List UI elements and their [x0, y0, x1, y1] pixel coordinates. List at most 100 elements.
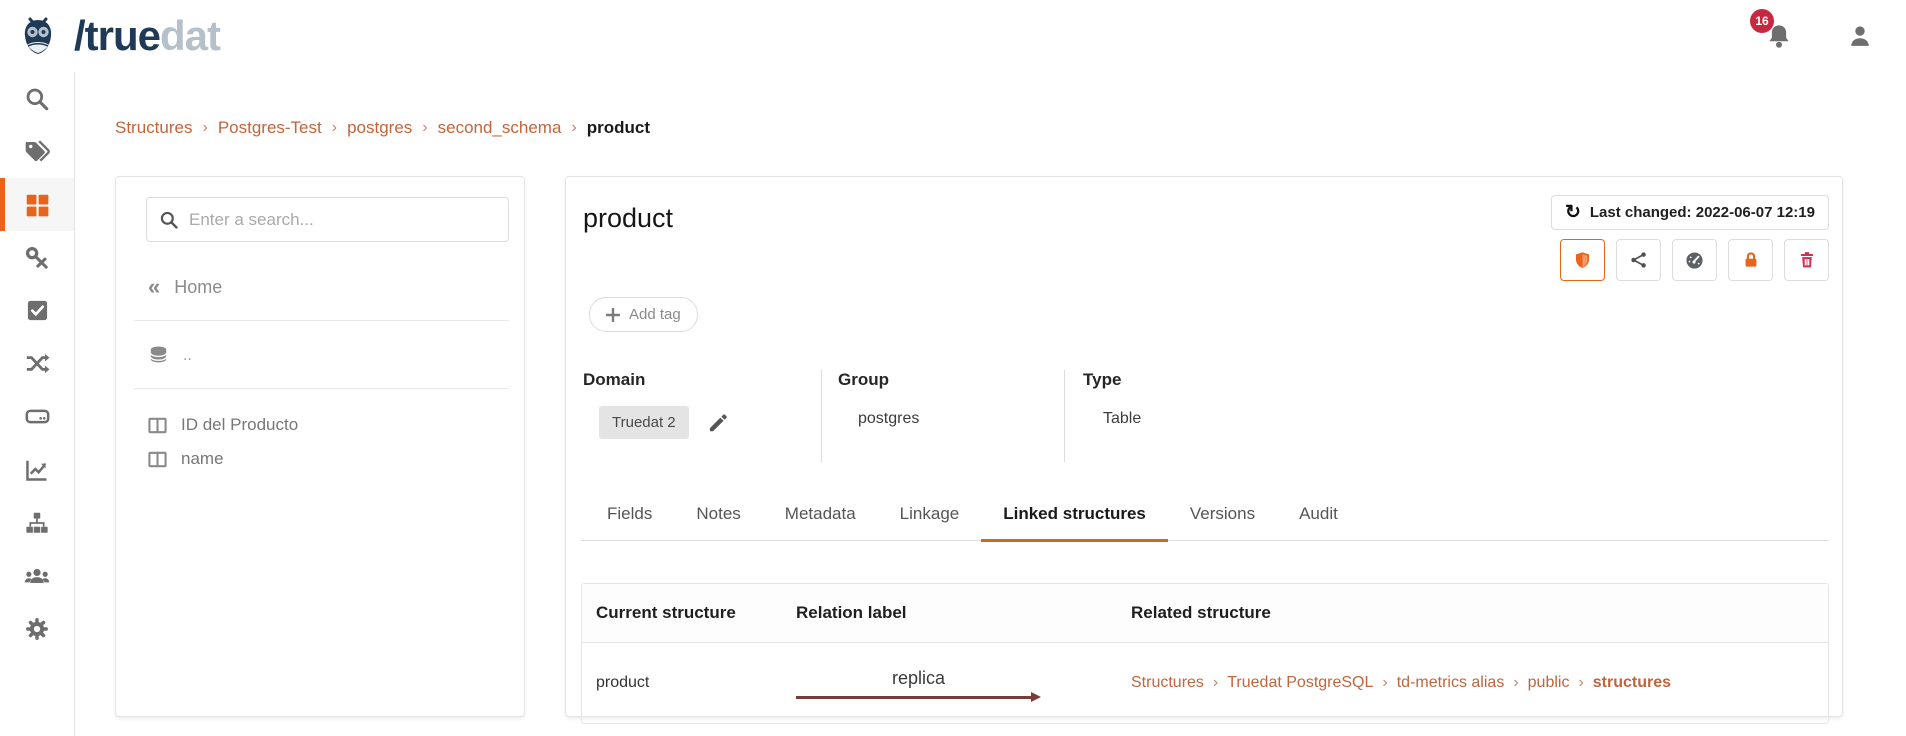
page-title: product [583, 203, 673, 234]
divider [134, 388, 509, 389]
linked-structures-table: Current structure Relation label Related… [581, 583, 1829, 724]
sidebar-charts-icon[interactable] [0, 443, 74, 496]
breadcrumb-link[interactable]: Postgres-Test [218, 118, 322, 138]
breadcrumb: Structures › Postgres-Test › postgres › … [75, 72, 1906, 138]
breadcrumb-separator: › [332, 119, 337, 137]
search-icon [159, 210, 179, 230]
breadcrumb-separator: › [422, 119, 427, 137]
tab-versions[interactable]: Versions [1168, 504, 1277, 542]
last-changed-label: Last changed: 2022-06-07 12:19 [1590, 204, 1815, 221]
sidebar-search-icon[interactable] [0, 72, 74, 125]
sidebar-settings-icon[interactable] [0, 602, 74, 655]
type-label: Type [1083, 370, 1829, 390]
relation-cell: replica [796, 664, 1041, 703]
last-changed-button[interactable]: ↻ Last changed: 2022-06-07 12:19 [1551, 195, 1829, 230]
breadcrumb-separator: › [571, 119, 576, 137]
sidebar-shuffle-icon[interactable] [0, 337, 74, 390]
related-structure-link[interactable]: td-metrics alias [1397, 674, 1505, 692]
tree-field-label: name [181, 449, 224, 469]
protect-button[interactable] [1560, 239, 1605, 281]
breadcrumb-link[interactable]: postgres [347, 118, 412, 138]
table-header-row: Current structure Relation label Related… [582, 584, 1828, 643]
type-value: Table [1083, 410, 1829, 428]
lock-button[interactable] [1728, 239, 1773, 281]
trash-icon [1797, 250, 1817, 270]
top-header: /truedat 16 [0, 0, 1906, 72]
column-icon [148, 416, 167, 435]
breadcrumb-current: product [587, 118, 650, 138]
delete-button[interactable] [1784, 239, 1829, 281]
edit-domain-pencil-icon[interactable] [707, 412, 729, 434]
group-label: Group [838, 370, 1064, 390]
tree-search-box[interactable] [146, 197, 509, 242]
tab-metadata[interactable]: Metadata [763, 504, 878, 542]
structure-tree-panel: « Home .. [115, 176, 525, 717]
logo-wordmark: /truedat [74, 15, 220, 57]
notifications-button[interactable]: 16 [1764, 21, 1794, 51]
tree-parent-item[interactable]: .. [138, 345, 509, 366]
relation-label: replica [892, 668, 945, 689]
table-row: product replica Structures › Truedat Pos… [582, 643, 1828, 723]
tree-home-item[interactable]: « Home [138, 276, 509, 298]
tree-parent-label: .. [183, 347, 192, 365]
user-menu-button[interactable] [1846, 22, 1874, 50]
notification-count-badge: 16 [1750, 9, 1774, 33]
tree-field-item[interactable]: ID del Producto [138, 415, 509, 435]
structure-info-row: Domain Truedat 2 Group postgres [581, 370, 1829, 462]
truedat-logo[interactable]: /truedat [20, 12, 220, 60]
sidebar-taxonomy-icon[interactable] [0, 496, 74, 549]
related-structure-current-link[interactable]: structures [1593, 674, 1671, 692]
related-structure-link[interactable]: public [1528, 674, 1570, 692]
owl-logo-icon [20, 12, 68, 60]
column-header: Related structure [1117, 584, 1828, 642]
database-icon [148, 345, 169, 366]
breadcrumb-separator: › [1578, 674, 1583, 692]
current-structure-cell: product [582, 674, 782, 692]
share-button[interactable] [1616, 239, 1661, 281]
share-icon [1629, 250, 1649, 270]
collapse-double-chevron-icon: « [148, 276, 160, 298]
breadcrumb-link[interactable]: Structures [115, 118, 192, 138]
refresh-icon: ↻ [1565, 203, 1581, 222]
related-structure-link[interactable]: Structures [1131, 674, 1204, 692]
tab-linkage[interactable]: Linkage [878, 504, 982, 542]
related-structure-link[interactable]: Truedat PostgreSQL [1227, 674, 1373, 692]
column-icon [148, 450, 167, 469]
domain-tag[interactable]: Truedat 2 [599, 406, 689, 439]
sidebar-tasks-icon[interactable] [0, 284, 74, 337]
tree-field-label: ID del Producto [181, 415, 298, 435]
breadcrumb-separator: › [1213, 674, 1218, 692]
add-tag-button[interactable]: Add tag [589, 297, 698, 332]
tab-linked-structures[interactable]: Linked structures [981, 504, 1168, 542]
tab-fields[interactable]: Fields [585, 504, 674, 542]
tree-field-item[interactable]: name [138, 449, 509, 469]
tab-notes[interactable]: Notes [674, 504, 762, 542]
breadcrumb-separator: › [1513, 674, 1518, 692]
detail-tabs: Fields Notes Metadata Linkage Linked str… [581, 504, 1829, 541]
sidebar-tags-icon[interactable] [0, 125, 74, 178]
lock-icon [1741, 250, 1761, 270]
column-header: Current structure [582, 584, 782, 642]
breadcrumb-separator: › [1382, 674, 1387, 692]
domain-label: Domain [583, 370, 821, 390]
divider [134, 320, 509, 321]
shield-icon [1572, 250, 1593, 271]
tab-audit[interactable]: Audit [1277, 504, 1360, 542]
left-nav-rail [0, 72, 75, 736]
sidebar-systems-icon[interactable] [0, 390, 74, 443]
gauge-icon [1684, 250, 1705, 271]
sidebar-groups-icon[interactable] [0, 549, 74, 602]
tree-search-input[interactable] [189, 210, 496, 230]
profiling-button[interactable] [1672, 239, 1717, 281]
tree-home-label: Home [174, 277, 222, 298]
structure-detail-panel: product ↻ Last changed: 2022-06-07 12:19 [565, 176, 1843, 717]
column-header: Relation label [782, 584, 1117, 642]
add-tag-label: Add tag [629, 306, 681, 323]
related-structure-breadcrumb: Structures › Truedat PostgreSQL › td-met… [1131, 674, 1828, 692]
sidebar-structures-icon[interactable] [0, 178, 74, 231]
breadcrumb-separator: › [202, 119, 207, 137]
plus-icon [606, 308, 620, 322]
relation-arrow-icon [796, 693, 1041, 703]
sidebar-key-icon[interactable] [0, 231, 74, 284]
breadcrumb-link[interactable]: second_schema [438, 118, 562, 138]
